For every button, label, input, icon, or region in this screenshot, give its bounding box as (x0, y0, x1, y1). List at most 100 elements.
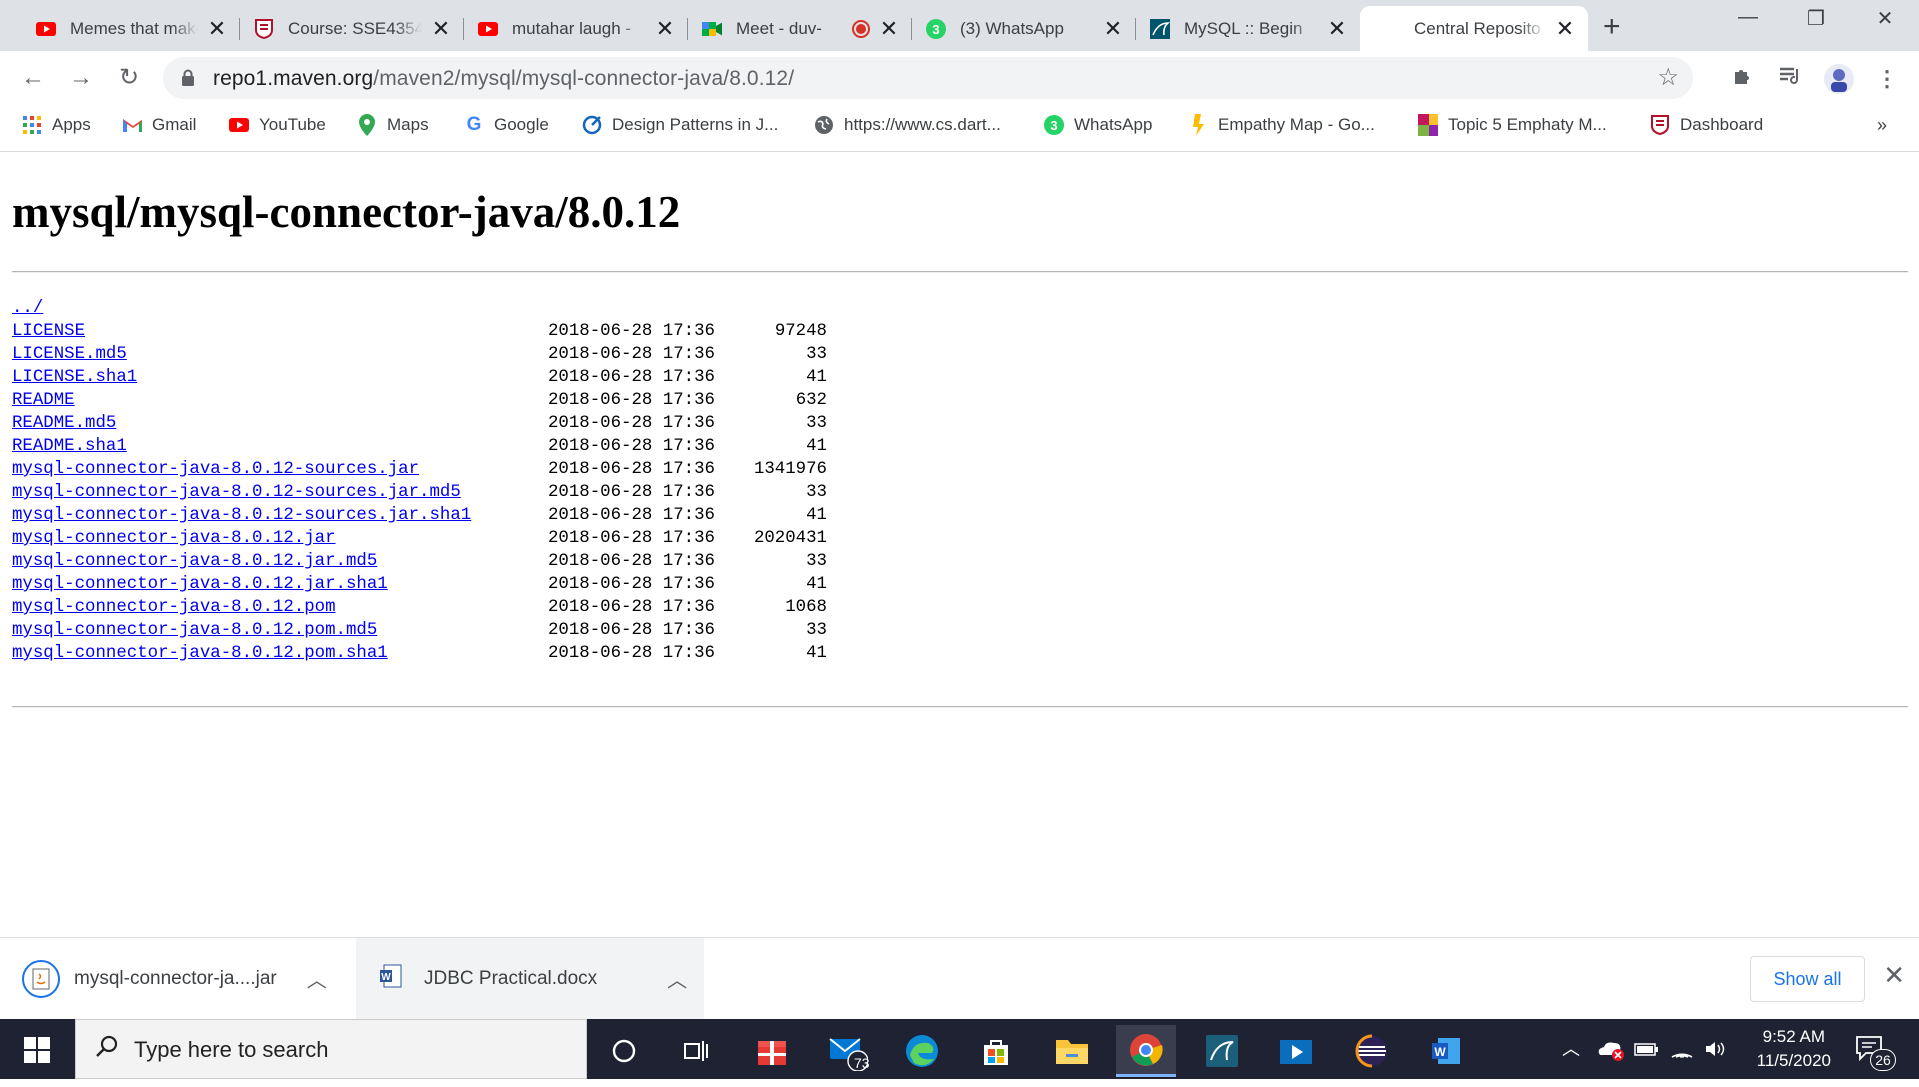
taskbar-search-input[interactable]: Type here to search (75, 1019, 587, 1079)
cortana-icon[interactable] (594, 1025, 654, 1077)
edge-browser-icon[interactable] (892, 1025, 952, 1077)
chevron-up-icon[interactable]: ︿ (307, 964, 327, 993)
download-item-jar[interactable]: mysql-connector-ja....jar ︿ (22, 938, 352, 1019)
task-view-icon[interactable] (666, 1025, 726, 1077)
onedrive-error-icon[interactable] (1596, 1019, 1626, 1079)
tab-title: (3) WhatsApp (960, 18, 1064, 38)
whatsapp-icon: 3 (1044, 115, 1064, 135)
bookmark-cs-dartmouth[interactable]: https://www.cs.dart... (814, 115, 1001, 135)
whatsapp-icon: 3 (926, 18, 946, 39)
clock-date: 11/5/2020 (1756, 1051, 1831, 1070)
svg-text:3: 3 (1050, 118, 1057, 133)
bookmark-empathy-map[interactable]: Empathy Map - Go... (1188, 114, 1375, 136)
chevron-up-icon[interactable]: ︿ (667, 964, 687, 993)
close-icon[interactable]: ✕ (654, 16, 676, 42)
gmail-icon (122, 115, 142, 135)
microsoft-store-icon[interactable] (966, 1025, 1026, 1077)
volume-icon[interactable] (1704, 1019, 1728, 1079)
bookmark-whatsapp[interactable]: 3 WhatsApp (1044, 115, 1152, 135)
tab-memes[interactable]: Memes that make ✕ (22, 6, 240, 51)
bookmark-youtube[interactable]: YouTube (229, 115, 326, 135)
close-icon[interactable]: ✕ (1326, 16, 1348, 42)
profile-avatar[interactable] (1824, 64, 1854, 94)
file-size: 41 (806, 506, 827, 525)
bookmark-label: Dashboard (1680, 115, 1764, 134)
tab-course[interactable]: Course: SSE4354 ✕ (240, 6, 464, 51)
address-bar[interactable]: repo1.maven.org/maven2/mysql/mysql-conne… (163, 57, 1693, 99)
close-icon[interactable]: ✕ (206, 16, 228, 42)
mail-icon[interactable]: 73 (818, 1025, 878, 1077)
bookmarks-bar: Apps Gmail YouTube Maps G Google Design … (0, 106, 1919, 152)
divider (12, 271, 1908, 273)
browser-toolbar: ← → ↻ repo1.maven.org/maven2/mysql/mysql… (0, 51, 1919, 106)
file-size: 1341976 (753, 460, 827, 479)
bookmark-maps[interactable]: Maps (357, 114, 429, 136)
mysql-icon (1150, 18, 1170, 39)
tab-title: Course: SSE4354 (288, 18, 422, 38)
bookmark-label: https://www.cs.dart... (844, 115, 1001, 134)
window-close-icon[interactable]: ✕ (1862, 6, 1908, 31)
close-icon[interactable]: ✕ (1883, 960, 1905, 991)
apps-grid-icon (22, 115, 42, 135)
globe-icon (814, 115, 834, 135)
bookmark-gmail[interactable]: Gmail (122, 115, 196, 135)
word-app-icon[interactable]: W (1416, 1025, 1476, 1077)
media-player-icon[interactable] (1266, 1025, 1326, 1077)
word-file-icon: W (380, 964, 402, 994)
windows-taskbar: Type here to search 73 W ︿ 9:52 AM 11/5/… (0, 1019, 1919, 1079)
bookmark-google[interactable]: G Google (464, 114, 549, 135)
file-size: 33 (806, 483, 827, 502)
windows-start-icon[interactable] (14, 1033, 62, 1067)
bookmark-label: Topic 5 Emphaty M... (1448, 115, 1607, 134)
minimize-icon[interactable]: — (1725, 6, 1771, 29)
wifi-icon[interactable] (1670, 1019, 1694, 1079)
file-size: 97248 (774, 322, 827, 341)
reload-icon[interactable]: ↻ (112, 61, 146, 95)
divider (12, 706, 1908, 708)
tab-meet[interactable]: Meet - duv- ✕ (688, 6, 912, 51)
show-all-button[interactable]: Show all (1750, 956, 1865, 1002)
extensions-puzzle-icon[interactable] (1728, 64, 1758, 94)
eclipse-icon[interactable] (1342, 1025, 1402, 1077)
lock-icon (182, 69, 194, 86)
bookmarks-overflow-icon[interactable]: » (1877, 115, 1887, 136)
bookmark-label: Google (494, 115, 549, 134)
show-hidden-icons-chevron[interactable]: ︿ (1562, 1019, 1580, 1079)
mysql-workbench-icon[interactable] (1192, 1025, 1252, 1077)
gift-app-icon[interactable] (742, 1025, 802, 1077)
youtube-icon (36, 19, 56, 39)
system-clock[interactable]: 9:52 AM 11/5/2020 (1757, 1025, 1831, 1073)
bookmark-star-icon[interactable]: ☆ (1657, 63, 1679, 92)
media-queue-icon[interactable] (1775, 64, 1805, 94)
close-icon[interactable]: ✕ (1554, 16, 1576, 42)
menu-kebab-icon[interactable]: ⋮ (1872, 64, 1902, 94)
google-icon: G (466, 114, 482, 135)
close-icon[interactable]: ✕ (878, 16, 900, 42)
parent-directory-link[interactable]: ../ (12, 297, 43, 320)
recording-icon (852, 19, 870, 38)
file-size: 632 (795, 391, 827, 410)
tab-mutahar[interactable]: mutahar laugh - ✕ (464, 6, 688, 51)
tab-central-repository[interactable]: Central Reposito ✕ (1360, 6, 1588, 51)
file-size: 33 (806, 552, 827, 571)
new-tab-plus-icon[interactable]: + (1603, 10, 1621, 44)
forward-arrow-icon[interactable]: → (64, 61, 98, 95)
tab-whatsapp[interactable]: 3 (3) WhatsApp ✕ (912, 6, 1136, 51)
file-explorer-icon[interactable] (1042, 1025, 1102, 1077)
close-icon[interactable]: ✕ (1102, 16, 1124, 42)
bookmark-design-patterns[interactable]: Design Patterns in J... (582, 115, 778, 135)
youtube-icon (229, 115, 249, 135)
url-text[interactable]: repo1.maven.org/maven2/mysql/mysql-conne… (213, 67, 794, 91)
battery-icon[interactable] (1634, 1019, 1660, 1079)
action-center-icon[interactable]: 26 (1854, 1019, 1896, 1079)
tab-mysql[interactable]: MySQL :: Begin ✕ (1136, 6, 1360, 51)
back-arrow-icon[interactable]: ← (16, 61, 50, 95)
close-icon[interactable]: ✕ (430, 16, 452, 42)
bookmark-dashboard[interactable]: Dashboard (1650, 115, 1763, 135)
chrome-taskbar-icon[interactable] (1116, 1025, 1176, 1077)
restore-icon[interactable]: ❐ (1793, 6, 1839, 31)
file-size: 41 (806, 368, 827, 387)
bookmark-apps[interactable]: Apps (22, 115, 91, 135)
bookmark-topic-5[interactable]: Topic 5 Emphaty M... (1418, 114, 1607, 136)
download-item-docx[interactable]: W JDBC Practical.docx ︿ (356, 938, 704, 1019)
